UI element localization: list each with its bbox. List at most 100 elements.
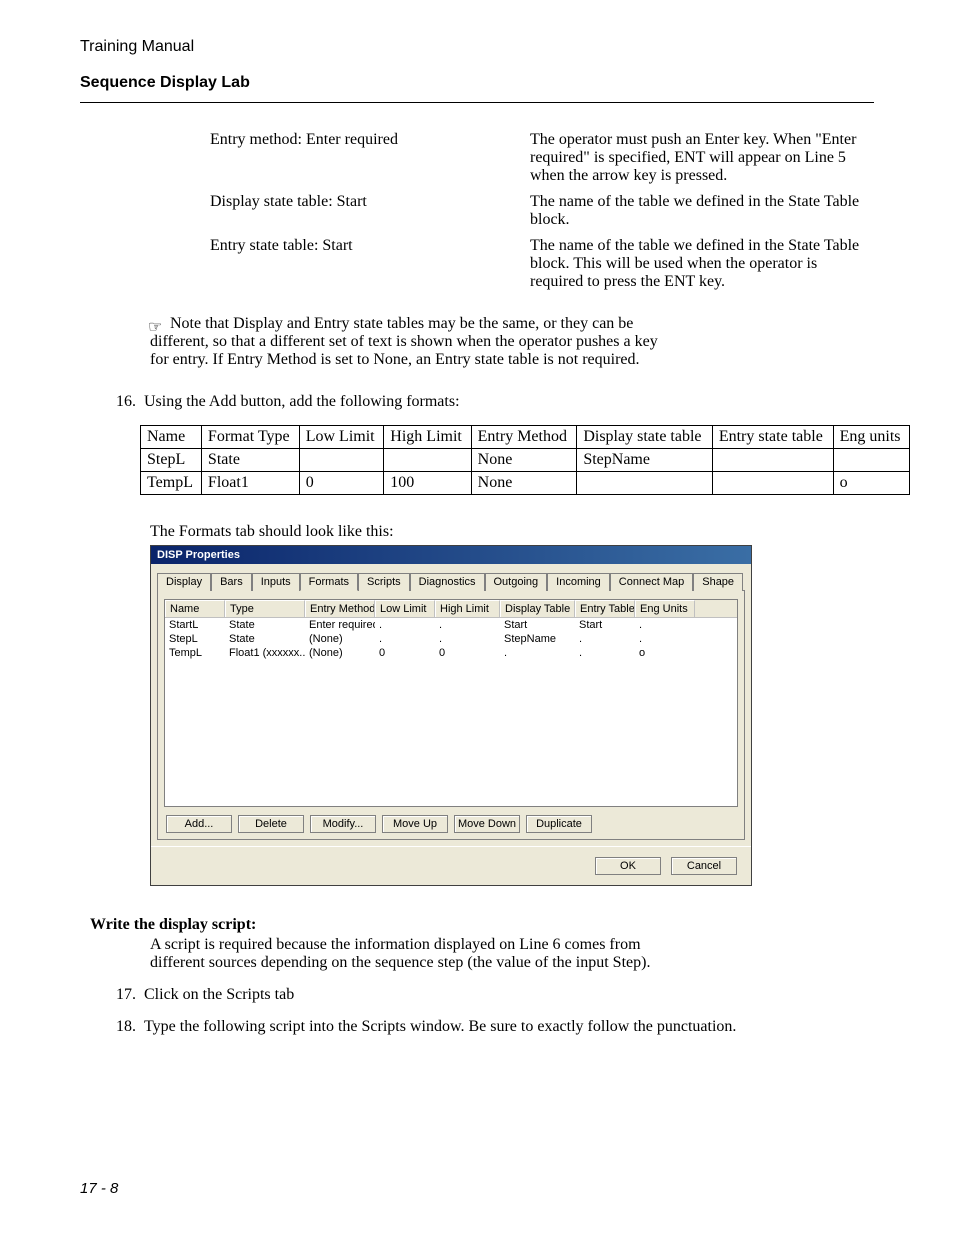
lv-cell: .	[375, 618, 435, 632]
tab-incoming[interactable]: Incoming	[547, 573, 610, 591]
duplicate-button[interactable]: Duplicate	[526, 815, 592, 833]
list-item[interactable]: StartL State Enter required . . Start St…	[165, 618, 737, 632]
cell: None	[471, 472, 577, 495]
cell	[299, 449, 384, 472]
ok-button[interactable]: OK	[595, 857, 661, 875]
listview-header: Name Type Entry Method Low Limit High Li…	[165, 600, 737, 618]
cancel-button[interactable]: Cancel	[671, 857, 737, 875]
tab-inputs[interactable]: Inputs	[252, 573, 300, 591]
cell: TempL	[141, 472, 202, 495]
write-script-body: A script is required because the informa…	[150, 936, 670, 972]
lv-col-low-limit[interactable]: Low Limit	[375, 600, 435, 617]
tab-bars[interactable]: Bars	[211, 573, 252, 591]
cell: State	[201, 449, 299, 472]
lv-cell: Enter required	[305, 618, 375, 632]
config-right: The operator must push an Enter key. Whe…	[530, 131, 874, 185]
header-lab: Sequence Display Lab	[80, 74, 874, 92]
tab-row: Display Bars Inputs Formats Scripts Diag…	[151, 564, 751, 590]
cell: 100	[384, 472, 471, 495]
write-script-heading: Write the display script:	[90, 916, 874, 934]
pointing-hand-icon: ☞	[148, 317, 162, 337]
tab-formats[interactable]: Formats	[300, 573, 358, 591]
table-header-row: Name Format Type Low Limit High Limit En…	[141, 426, 910, 449]
config-right: The name of the table we defined in the …	[530, 237, 874, 291]
step-18: 18.Type the following script into the Sc…	[116, 1018, 816, 1036]
lv-col-type[interactable]: Type	[225, 600, 305, 617]
tab-pane: Name Type Entry Method Low Limit High Li…	[157, 590, 745, 840]
lv-cell: Float1 (xxxxxx...	[225, 646, 305, 660]
lv-cell: .	[575, 632, 635, 646]
tab-connect-map[interactable]: Connect Map	[610, 573, 693, 591]
formats-listview[interactable]: Name Type Entry Method Low Limit High Li…	[164, 599, 738, 807]
lv-col-eng-units[interactable]: Eng Units	[635, 600, 695, 617]
config-right: The name of the table we defined in the …	[530, 193, 874, 229]
tab-display[interactable]: Display	[157, 573, 211, 591]
step-text: Click on the Scripts tab	[144, 986, 294, 1003]
cell	[384, 449, 471, 472]
tab-outgoing[interactable]: Outgoing	[485, 573, 548, 591]
lv-cell: (None)	[305, 646, 375, 660]
step-number: 16.	[116, 393, 144, 411]
cell: StepName	[577, 449, 713, 472]
delete-button[interactable]: Delete	[238, 815, 304, 833]
dialog-title: DISP Properties	[151, 546, 751, 564]
step-16: 16.Using the Add button, add the followi…	[116, 393, 816, 411]
config-left: Entry state table: Start	[210, 237, 530, 291]
cell	[712, 472, 833, 495]
table-row: StepL State None StepName	[141, 449, 910, 472]
config-row: Display state table: Start The name of t…	[210, 193, 874, 229]
col-header: High Limit	[384, 426, 471, 449]
dialog-footer: OK Cancel	[151, 846, 751, 885]
lv-cell: o	[635, 646, 695, 660]
cell: Float1	[201, 472, 299, 495]
config-left: Display state table: Start	[210, 193, 530, 229]
list-item[interactable]: StepL State (None) . . StepName . .	[165, 632, 737, 646]
col-header: Display state table	[577, 426, 713, 449]
lv-cell: .	[575, 646, 635, 660]
page-number: 17 - 8	[80, 1180, 118, 1197]
move-down-button[interactable]: Move Down	[454, 815, 520, 833]
config-left: Entry method: Enter required	[210, 131, 530, 185]
lv-cell: StepName	[500, 632, 575, 646]
add-button[interactable]: Add...	[166, 815, 232, 833]
lv-cell: StartL	[165, 618, 225, 632]
cell: o	[833, 472, 909, 495]
disp-properties-dialog: DISP Properties Display Bars Inputs Form…	[150, 545, 752, 886]
step-17: 17.Click on the Scripts tab	[116, 986, 816, 1004]
lv-cell: Start	[500, 618, 575, 632]
lv-cell: Start	[575, 618, 635, 632]
lv-cell: State	[225, 632, 305, 646]
lv-cell: StepL	[165, 632, 225, 646]
formats-table: Name Format Type Low Limit High Limit En…	[140, 425, 910, 495]
cell	[577, 472, 713, 495]
modify-button[interactable]: Modify...	[310, 815, 376, 833]
lv-cell: .	[500, 646, 575, 660]
cell: 0	[299, 472, 384, 495]
lv-cell: 0	[435, 646, 500, 660]
tab-diagnostics[interactable]: Diagnostics	[410, 573, 485, 591]
col-header: Eng units	[833, 426, 909, 449]
list-item[interactable]: TempL Float1 (xxxxxx... (None) 0 0 . . o	[165, 646, 737, 660]
col-header: Name	[141, 426, 202, 449]
lv-cell: 0	[375, 646, 435, 660]
tab-shape[interactable]: Shape	[693, 573, 743, 591]
tab-scripts[interactable]: Scripts	[358, 573, 410, 591]
lv-cell: TempL	[165, 646, 225, 660]
cell: None	[471, 449, 577, 472]
note-text: Note that Display and Entry state tables…	[150, 315, 670, 369]
col-header: Entry state table	[712, 426, 833, 449]
lv-cell: .	[635, 618, 695, 632]
lv-col-entry-method[interactable]: Entry Method	[305, 600, 375, 617]
tab-caption: The Formats tab should look like this:	[150, 523, 874, 541]
note-block: ☞ Note that Display and Entry state tabl…	[150, 315, 670, 369]
lv-cell: .	[435, 618, 500, 632]
move-up-button[interactable]: Move Up	[382, 815, 448, 833]
lv-col-entry-table[interactable]: Entry Table	[575, 600, 635, 617]
lv-col-high-limit[interactable]: High Limit	[435, 600, 500, 617]
step-text: Using the Add button, add the following …	[144, 393, 460, 410]
lv-col-display-table[interactable]: Display Table	[500, 600, 575, 617]
lv-col-name[interactable]: Name	[165, 600, 225, 617]
table-row: TempL Float1 0 100 None o	[141, 472, 910, 495]
lv-cell: State	[225, 618, 305, 632]
col-header: Format Type	[201, 426, 299, 449]
